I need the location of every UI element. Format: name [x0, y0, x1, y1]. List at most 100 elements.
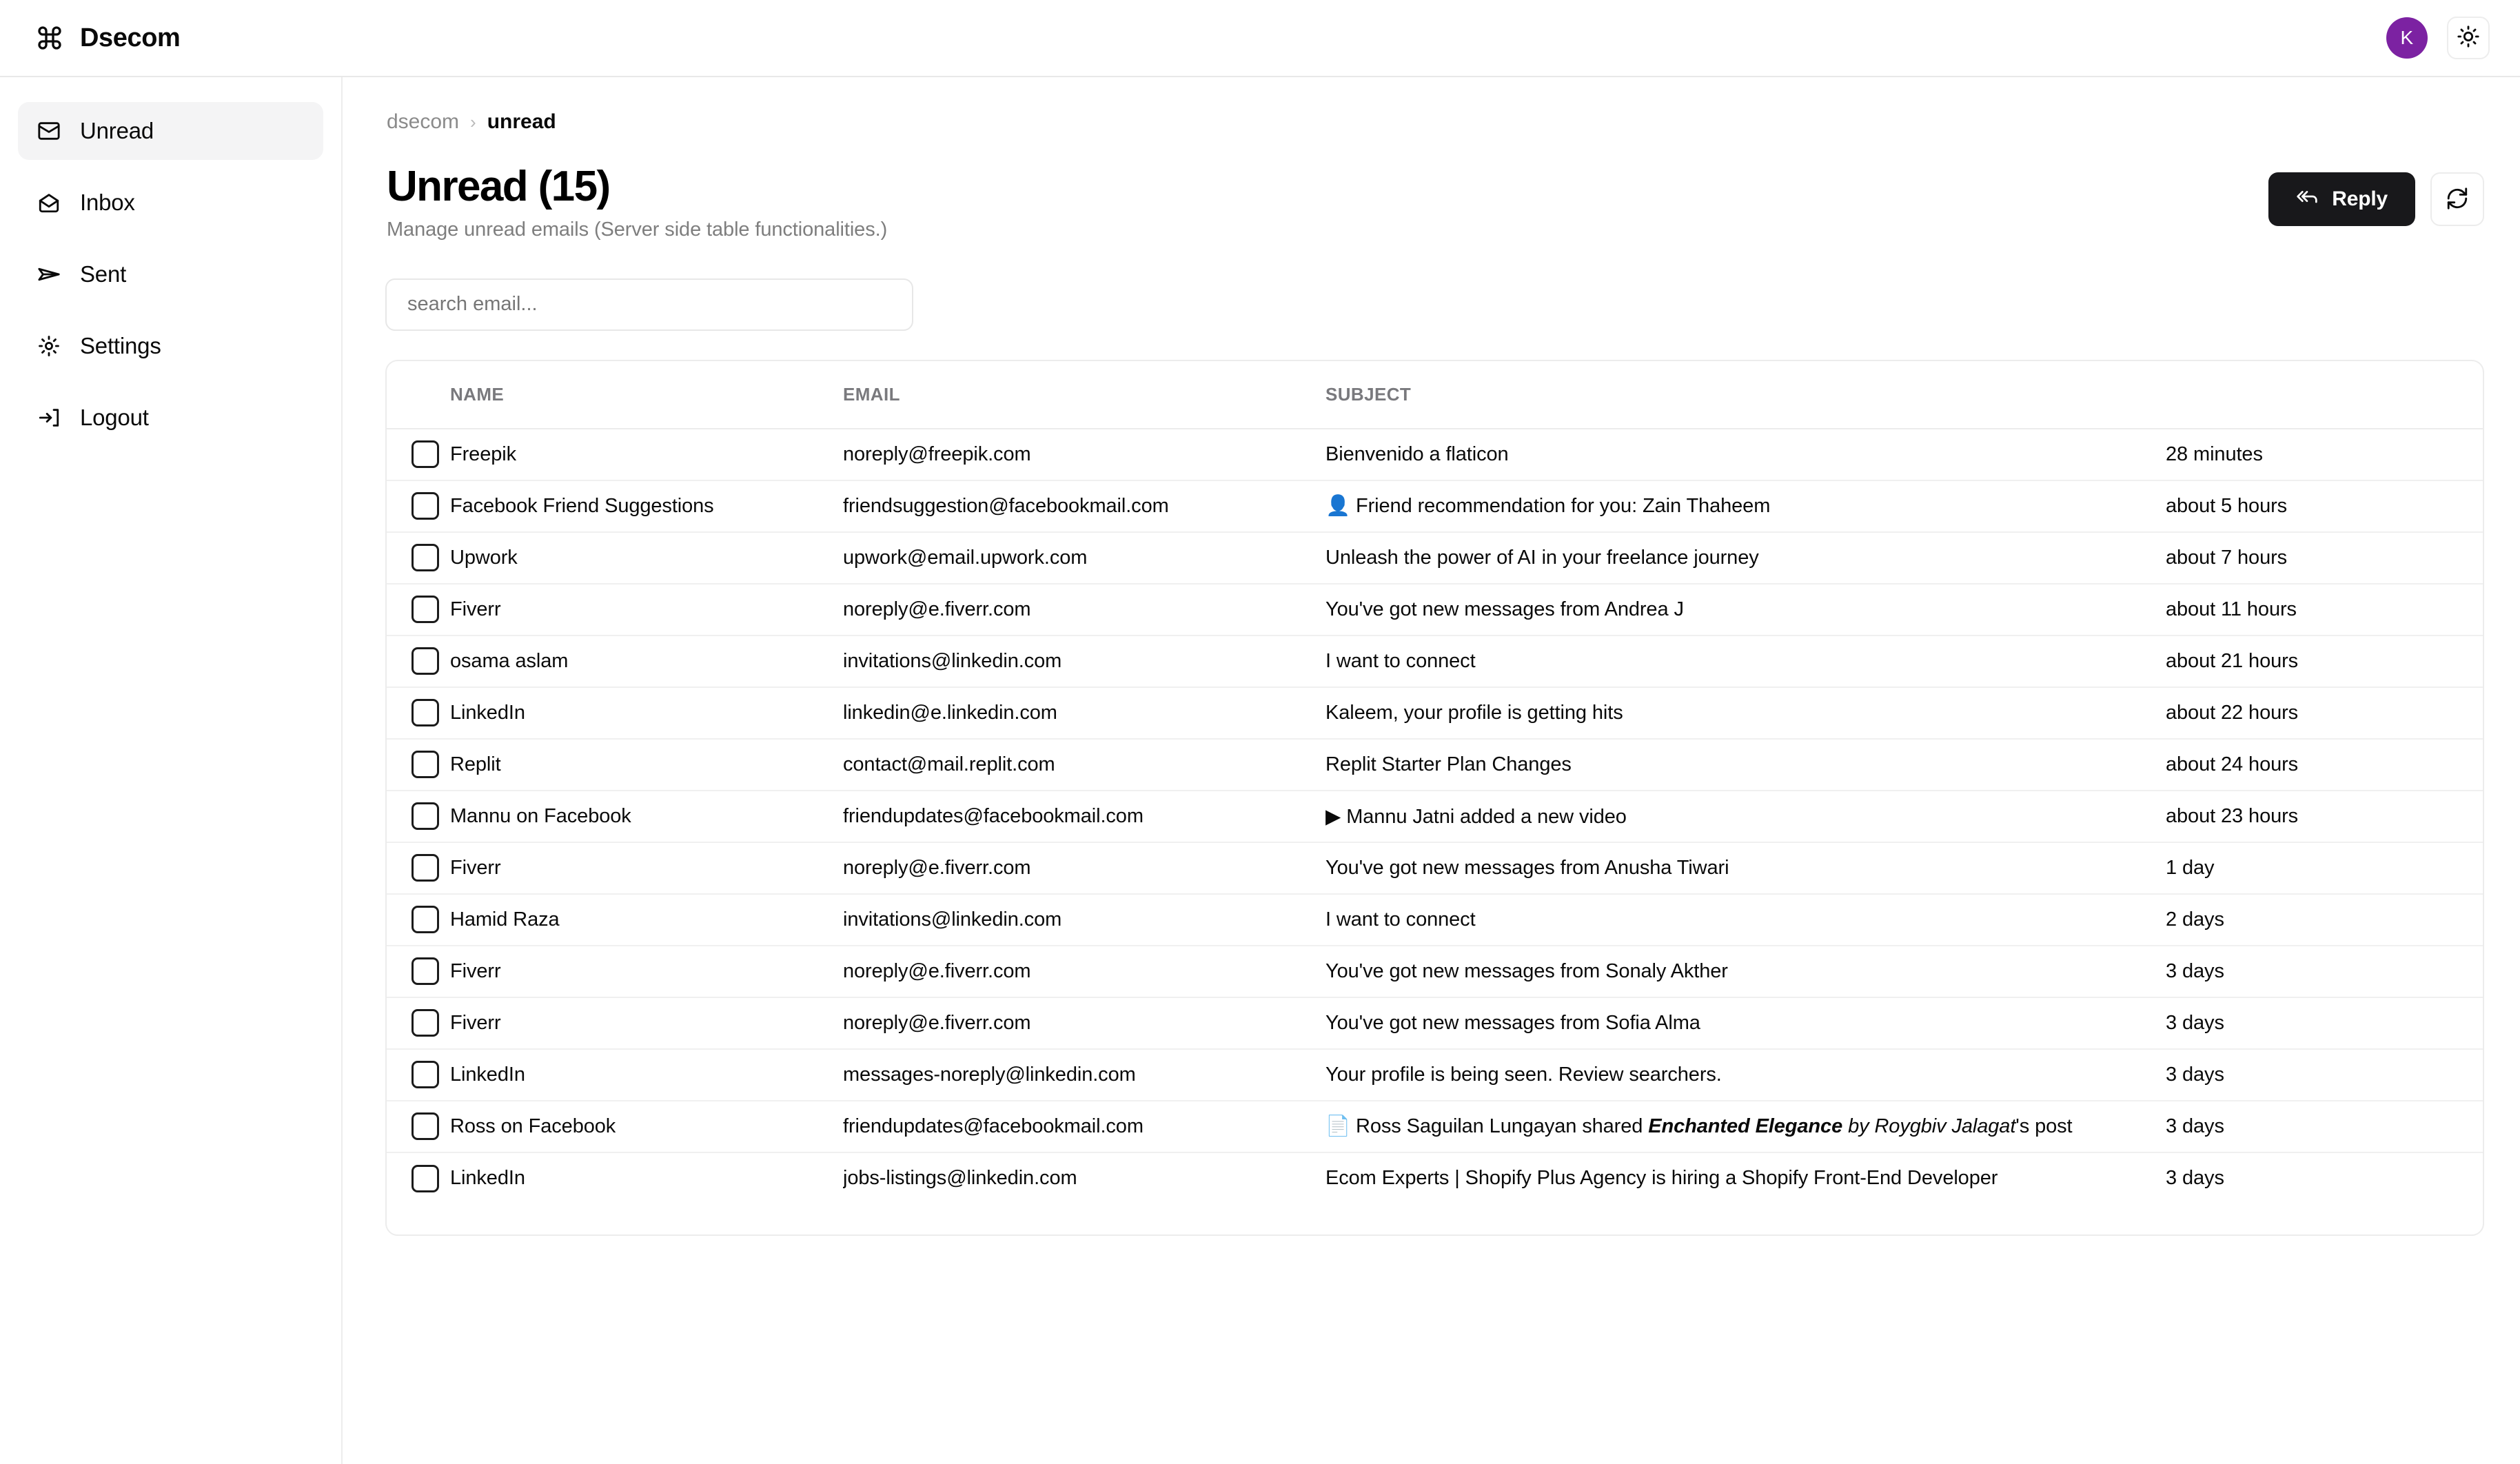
row-checkbox[interactable]	[411, 699, 439, 727]
subject-text: I want to connect	[1325, 649, 1476, 672]
breadcrumb-root[interactable]: dsecom	[387, 110, 459, 134]
cell-name: Mannu on Facebook	[450, 790, 843, 843]
cell-subject: You've got new messages from Sofia Alma	[1325, 997, 2166, 1050]
row-checkbox[interactable]	[411, 1061, 439, 1089]
row-checkbox[interactable]	[411, 906, 439, 934]
table-row[interactable]: Upwork upwork@email.upwork.com Unleash the…	[387, 531, 2483, 584]
cell-name: Freepik	[450, 428, 843, 481]
cell-time: 3 days	[2166, 1100, 2483, 1153]
subject-emoji-icon: ▶	[1325, 805, 1341, 828]
sidebar-item-unread[interactable]: Unread	[18, 102, 323, 160]
sidebar-item-settings[interactable]: Settings	[18, 317, 323, 375]
main-content: dsecom › unread Unread (15) Manage unrea…	[343, 77, 2520, 1464]
cell-name: Upwork	[450, 531, 843, 584]
table-row[interactable]: LinkedIn jobs-listings@linkedin.com Ecom E…	[387, 1152, 2483, 1204]
cell-time: 3 days	[2166, 945, 2483, 998]
subject-fragment: 's post	[2015, 1115, 2073, 1138]
cell-time: 3 days	[2166, 997, 2483, 1050]
sidebar-item-label: Logout	[80, 405, 149, 430]
row-checkbox[interactable]	[411, 544, 439, 572]
row-checkbox[interactable]	[411, 647, 439, 675]
row-checkbox-cell[interactable]	[387, 893, 450, 946]
cell-email: messages-noreply@linkedin.com	[843, 1048, 1325, 1101]
table-row[interactable]: Fiverr noreply@e.fiverr.com You've got new…	[387, 945, 2483, 998]
row-checkbox[interactable]	[411, 1009, 439, 1037]
table-row[interactable]: Fiverr noreply@e.fiverr.com You've got new…	[387, 997, 2483, 1050]
row-checkbox[interactable]	[411, 802, 439, 831]
cell-subject: I want to connect	[1325, 635, 2166, 688]
row-checkbox[interactable]	[411, 1112, 439, 1141]
reply-button[interactable]: Reply	[2268, 172, 2415, 226]
sidebar: Unread Inbox Sent Settings Logout	[0, 77, 343, 1464]
theme-toggle-button[interactable]	[2447, 17, 2490, 59]
sun-icon	[2457, 25, 2480, 52]
table-row[interactable]: Ross on Facebook friendupdates@facebookma…	[387, 1100, 2483, 1153]
search-input[interactable]	[385, 278, 913, 331]
table-row[interactable]: Fiverr noreply@e.fiverr.com You've got new…	[387, 583, 2483, 636]
breadcrumb-separator-icon: ›	[470, 111, 476, 132]
sidebar-item-logout[interactable]: Logout	[18, 389, 323, 447]
cell-name: Fiverr	[450, 997, 843, 1050]
sidebar-item-inbox[interactable]: Inbox	[18, 174, 323, 232]
row-checkbox-cell[interactable]	[387, 1048, 450, 1101]
row-checkbox-cell[interactable]	[387, 583, 450, 636]
column-header-subject[interactable]: SUBJECT	[1325, 360, 2166, 429]
cell-email: friendupdates@facebookmail.com	[843, 790, 1325, 843]
row-checkbox-cell[interactable]	[387, 1100, 450, 1153]
cell-time: 28 minutes	[2166, 428, 2483, 481]
reply-button-label: Reply	[2332, 187, 2388, 210]
sidebar-item-label: Unread	[80, 118, 154, 143]
row-checkbox[interactable]	[411, 596, 439, 624]
cell-email: invitations@linkedin.com	[843, 635, 1325, 688]
cell-name: Fiverr	[450, 842, 843, 895]
cell-email: linkedin@e.linkedin.com	[843, 687, 1325, 740]
row-checkbox-cell[interactable]	[387, 635, 450, 688]
column-header-email[interactable]: EMAIL	[843, 360, 1325, 429]
table-row[interactable]: osama aslam invitations@linkedin.com I wan…	[387, 635, 2483, 688]
cell-name: Replit	[450, 738, 843, 791]
brand-name: Dsecom	[80, 23, 181, 52]
row-checkbox-cell[interactable]	[387, 1152, 450, 1204]
row-checkbox-cell[interactable]	[387, 531, 450, 584]
table-row[interactable]: Mannu on Facebook friendupdates@facebookm…	[387, 790, 2483, 843]
refresh-button[interactable]	[2430, 172, 2484, 226]
cell-name: Hamid Raza	[450, 893, 843, 946]
table-header-row: NAME EMAIL SUBJECT	[387, 360, 2483, 429]
subject-text: I want to connect	[1325, 908, 1476, 931]
row-checkbox[interactable]	[411, 751, 439, 779]
sidebar-item-sent[interactable]: Sent	[18, 245, 323, 303]
page-header-text: Unread (15) Manage unread emails (Server…	[387, 163, 888, 241]
row-checkbox-cell[interactable]	[387, 842, 450, 895]
row-checkbox-cell[interactable]	[387, 480, 450, 533]
cell-name: Fiverr	[450, 583, 843, 636]
table-row[interactable]: LinkedIn linkedin@e.linkedin.com Kaleem, y…	[387, 687, 2483, 740]
table-row[interactable]: Fiverr noreply@e.fiverr.com You've got new…	[387, 842, 2483, 895]
table-row[interactable]: LinkedIn messages-noreply@linkedin.com You…	[387, 1048, 2483, 1101]
row-checkbox[interactable]	[411, 440, 439, 469]
row-checkbox-cell[interactable]	[387, 945, 450, 998]
cell-name: osama aslam	[450, 635, 843, 688]
table-row[interactable]: Freepik noreply@freepik.com Bienvenido a f…	[387, 428, 2483, 481]
row-checkbox-cell[interactable]	[387, 997, 450, 1050]
table-body: Freepik noreply@freepik.com Bienvenido a f…	[387, 428, 2483, 1204]
row-checkbox[interactable]	[411, 854, 439, 882]
row-checkbox[interactable]	[411, 492, 439, 520]
row-checkbox[interactable]	[411, 1164, 439, 1192]
table-row[interactable]: Hamid Raza invitations@linkedin.com I want…	[387, 893, 2483, 946]
cell-time: about 24 hours	[2166, 738, 2483, 791]
row-checkbox-cell[interactable]	[387, 428, 450, 481]
page-subtitle: Manage unread emails (Server side table …	[387, 218, 888, 241]
cell-subject: You've got new messages from Andrea J	[1325, 583, 2166, 636]
page-title: Unread (15)	[387, 163, 611, 210]
avatar[interactable]: K	[2386, 17, 2428, 59]
subject-text: Kaleem, your profile is getting hits	[1325, 701, 1623, 724]
brand[interactable]: Dsecom	[30, 23, 181, 53]
row-checkbox-cell[interactable]	[387, 687, 450, 740]
table-row[interactable]: Replit contact@mail.replit.com Replit Star…	[387, 738, 2483, 791]
column-header-name[interactable]: NAME	[450, 360, 843, 429]
table-row[interactable]: Facebook Friend Suggestions friendsuggest…	[387, 480, 2483, 533]
row-checkbox[interactable]	[411, 957, 439, 986]
row-checkbox-cell[interactable]	[387, 738, 450, 791]
cell-time: 1 day	[2166, 842, 2483, 895]
row-checkbox-cell[interactable]	[387, 790, 450, 843]
